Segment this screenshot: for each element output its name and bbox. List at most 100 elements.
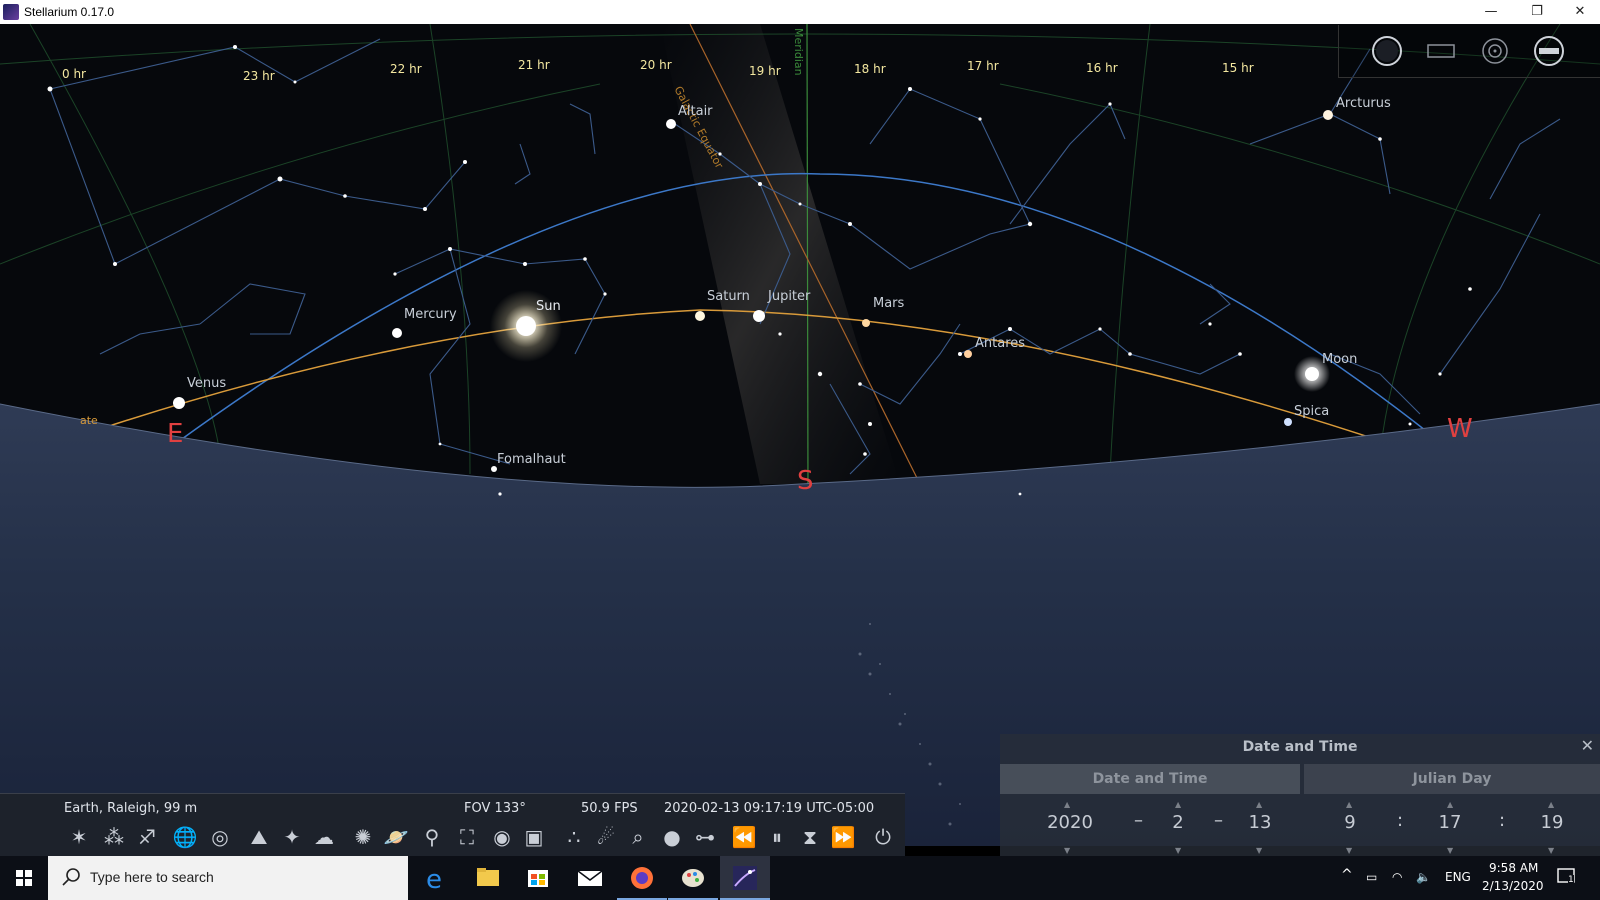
spica-marker[interactable] xyxy=(1284,418,1292,426)
day-down-arrow[interactable]: ▼ xyxy=(1256,846,1262,855)
hour-down-arrow[interactable]: ▼ xyxy=(1346,846,1352,855)
year-down-arrow[interactable]: ▼ xyxy=(1064,846,1070,855)
taskbar-mail[interactable] xyxy=(565,856,615,900)
taskbar-firefox[interactable] xyxy=(617,856,667,900)
constellation-lines-icon: ✶ xyxy=(70,825,88,849)
cardinal-points-icon: ✦ xyxy=(283,825,301,849)
search-placeholder: Type here to search xyxy=(90,869,214,885)
arcturus-marker[interactable] xyxy=(1323,110,1333,120)
sky-view[interactable]: 0 hr 23 hr 22 hr 21 hr 20 hr 19 hr 18 hr… xyxy=(0,24,1600,846)
second-spinbox[interactable]: 19 xyxy=(1532,812,1572,833)
hour-label: 23 hr xyxy=(243,69,275,83)
jupiter-marker[interactable] xyxy=(753,310,765,322)
pause-button[interactable]: ⏸ xyxy=(762,822,792,852)
saturn-marker[interactable] xyxy=(695,311,705,321)
second-up-arrow[interactable]: ▲ xyxy=(1548,800,1554,809)
tab-julian-day[interactable]: Julian Day xyxy=(1304,764,1600,794)
full-screen-icon: ▣ xyxy=(524,825,544,849)
constellation-art-button[interactable]: ♐ xyxy=(132,822,162,852)
telescope-icon: ⊶ xyxy=(695,825,715,849)
planets-labels-button[interactable]: 🪐 xyxy=(381,822,411,852)
day-spinbox[interactable]: 13 xyxy=(1240,812,1280,833)
hour-label: 17 hr xyxy=(967,59,999,73)
day-up-arrow[interactable]: ▲ xyxy=(1256,800,1262,809)
network-icon[interactable]: ◠ xyxy=(1392,870,1402,884)
sun-disk[interactable] xyxy=(516,316,536,336)
dialog-close-button[interactable]: ✕ xyxy=(1581,736,1594,755)
constellation-labels-button[interactable]: ⁂ xyxy=(99,822,129,852)
now-button[interactable]: ⧗ xyxy=(795,822,825,852)
mars-marker[interactable] xyxy=(862,319,870,327)
volume-icon[interactable]: 🔈 xyxy=(1416,870,1431,884)
quit-button[interactable]: ⏻ xyxy=(868,822,898,852)
hour-spinbox[interactable]: 9 xyxy=(1332,812,1368,833)
location-info: Earth, Raleigh, 99 m xyxy=(64,801,198,816)
action-center-button[interactable]: 1 xyxy=(1556,867,1578,887)
search-button[interactable]: ⌕ xyxy=(623,822,653,852)
telescope-control-button[interactable]: ⊶ xyxy=(690,822,720,852)
start-button[interactable] xyxy=(0,856,48,900)
nebulae-button[interactable]: ✺ xyxy=(348,822,378,852)
cardinal-points-button[interactable]: ✦ xyxy=(277,822,307,852)
notification-count: 1 xyxy=(1568,875,1574,885)
clock-time[interactable]: 9:58 AM xyxy=(1489,861,1538,875)
hour-label: 22 hr xyxy=(390,62,422,76)
taskbar-edge[interactable]: e xyxy=(412,856,462,900)
language-indicator[interactable]: ENG xyxy=(1445,870,1471,884)
second-down-arrow[interactable]: ▼ xyxy=(1548,846,1554,855)
night-mode-button[interactable]: ◉ xyxy=(487,822,517,852)
hour-label: 19 hr xyxy=(749,64,781,78)
window-title: Stellarium 0.17.0 xyxy=(24,5,115,19)
meteor-showers-button[interactable]: ☄ xyxy=(591,822,621,852)
oculars-config-button[interactable] xyxy=(1533,35,1565,67)
moon-marker[interactable] xyxy=(1305,367,1319,381)
month-up-arrow[interactable]: ▲ xyxy=(1175,800,1181,809)
center-object-button[interactable]: ⛶ xyxy=(452,822,482,852)
tray-overflow-icon[interactable]: ^ xyxy=(1341,867,1353,883)
ocular-button[interactable]: ● xyxy=(657,822,687,852)
taskbar-file-explorer[interactable] xyxy=(463,856,513,900)
year-up-arrow[interactable]: ▲ xyxy=(1064,800,1070,809)
antares-marker[interactable] xyxy=(964,350,972,358)
ecliptic-label: ate xyxy=(80,414,98,427)
mercury-marker[interactable] xyxy=(392,328,402,338)
restore-button[interactable]: ❐ xyxy=(1514,0,1560,24)
cardinal-west: W xyxy=(1447,414,1473,444)
minute-spinbox[interactable]: 17 xyxy=(1430,812,1470,833)
constellation-lines-button[interactable]: ✶ xyxy=(64,822,94,852)
minute-down-arrow[interactable]: ▼ xyxy=(1447,846,1453,855)
fps-info: 50.9 FPS xyxy=(581,801,638,816)
equatorial-mount-button[interactable]: ⚲ xyxy=(417,822,447,852)
taskbar-paint[interactable] xyxy=(668,856,718,900)
equatorial-grid-button[interactable]: 🌐 xyxy=(170,822,200,852)
year-spinbox[interactable]: 2020 xyxy=(1040,812,1100,833)
minimize-button[interactable]: — xyxy=(1468,0,1514,24)
close-button[interactable]: ✕ xyxy=(1560,0,1600,24)
ground-button[interactable]: ⛰ xyxy=(244,822,274,852)
tab-date-time[interactable]: Date and Time xyxy=(1000,764,1300,794)
ocular-view-button[interactable] xyxy=(1371,35,1403,67)
mercury-label: Mercury xyxy=(404,307,457,322)
satellites-button[interactable]: ∴ xyxy=(559,822,589,852)
month-down-arrow[interactable]: ▼ xyxy=(1175,846,1181,855)
minute-up-arrow[interactable]: ▲ xyxy=(1447,800,1453,809)
taskbar-store[interactable] xyxy=(513,856,563,900)
hour-up-arrow[interactable]: ▲ xyxy=(1346,800,1352,809)
telrad-button[interactable] xyxy=(1479,35,1511,67)
altair-marker[interactable] xyxy=(666,119,676,129)
azimuthal-grid-button[interactable]: ◎ xyxy=(205,822,235,852)
sensor-frame-button[interactable] xyxy=(1425,35,1457,67)
clock-date[interactable]: 2/13/2020 xyxy=(1482,879,1544,893)
full-screen-button[interactable]: ▣ xyxy=(519,822,549,852)
rewind-button[interactable]: ⏪ xyxy=(729,822,759,852)
hour-label: 21 hr xyxy=(518,58,550,72)
taskbar-stellarium[interactable] xyxy=(720,856,770,900)
battery-icon[interactable]: ▭ xyxy=(1366,870,1377,884)
month-spinbox[interactable]: 2 xyxy=(1160,812,1196,833)
moon-label: Moon xyxy=(1322,352,1358,367)
atmosphere-button[interactable]: ☁ xyxy=(309,822,339,852)
milky-way xyxy=(660,24,900,484)
venus-marker[interactable] xyxy=(173,397,185,409)
forward-button[interactable]: ⏩ xyxy=(828,822,858,852)
taskbar-search-box[interactable]: Type here to search xyxy=(48,856,408,900)
